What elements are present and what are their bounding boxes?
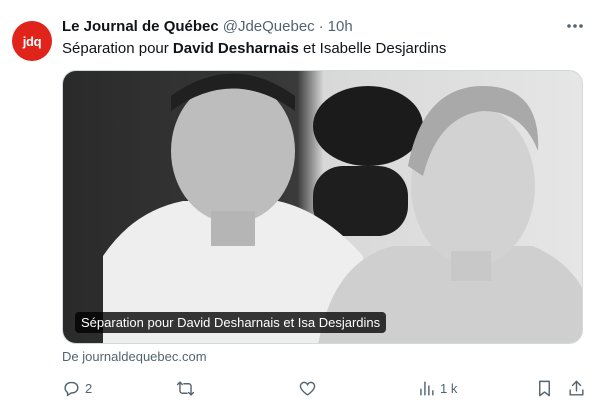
separator-dot: ·: [318, 17, 324, 35]
views-bar-chart-icon: [420, 380, 434, 396]
retweet-button[interactable]: [176, 376, 199, 400]
bookmark-icon: [539, 380, 550, 396]
author-name[interactable]: Le Journal de Québec: [62, 18, 219, 35]
like-button[interactable]: [298, 376, 321, 400]
reply-button[interactable]: 2: [62, 376, 92, 400]
bookmark-button[interactable]: [535, 376, 554, 400]
post-text-start: Séparation pour: [62, 40, 173, 57]
share-icon: [569, 380, 584, 396]
views-count: 1 k: [440, 380, 458, 396]
post-text-bold: David Desharnais: [172, 40, 299, 57]
link-card[interactable]: Séparation pour David Desharnais et Isa …: [62, 70, 583, 344]
card-caption: Séparation pour David Desharnais et Isa …: [75, 312, 387, 333]
avatar[interactable]: jdq: [12, 21, 52, 61]
reply-icon: [64, 381, 79, 396]
post-text-end: et Isabelle Desjardins: [298, 40, 447, 57]
card-source-link[interactable]: De journaldequebec.com: [62, 349, 207, 364]
card-photo: [63, 71, 582, 343]
author-handle[interactable]: @JdeQuebec: [223, 18, 315, 35]
retweet-icon: [176, 380, 195, 396]
post-time[interactable]: 10h: [328, 18, 353, 35]
post-header: Le Journal de Québec @JdeQuebec · 10h: [62, 15, 580, 37]
reply-count: 2: [85, 380, 93, 396]
more-dots-icon: [567, 24, 583, 28]
heart-icon: [299, 381, 316, 396]
avatar-logo-text: jdq: [22, 33, 42, 49]
post-text: Séparation pour David Desharnais et Isab…: [62, 39, 446, 59]
views-button[interactable]: 1 k: [417, 376, 457, 400]
post-actions: 2 1 k: [62, 376, 590, 400]
share-button[interactable]: [567, 376, 586, 400]
more-options-button[interactable]: [564, 15, 586, 37]
